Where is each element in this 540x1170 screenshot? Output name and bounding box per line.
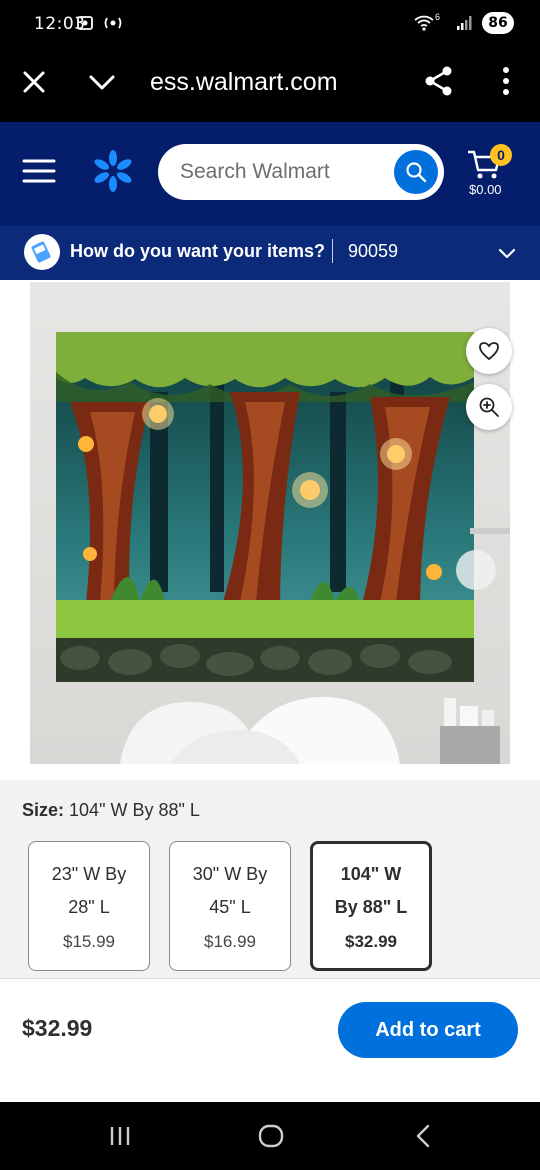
delivery-selector[interactable]: How do you want your items? 90059 bbox=[0, 226, 540, 280]
add-to-cart-button[interactable]: Add to cart bbox=[338, 1002, 518, 1058]
delivery-icon bbox=[24, 234, 60, 270]
url-text[interactable]: ess.walmart.com bbox=[150, 68, 360, 97]
back-icon[interactable] bbox=[410, 1122, 438, 1150]
heart-icon bbox=[479, 342, 499, 361]
delivery-question: How do you want your items? bbox=[70, 241, 326, 261]
delivery-zip: 90059 bbox=[348, 241, 399, 261]
signal-icon bbox=[457, 16, 472, 30]
wifi-icon bbox=[414, 15, 434, 31]
search-icon bbox=[406, 162, 427, 183]
size-option[interactable]: 30" W By 45" L $16.99 bbox=[169, 841, 291, 971]
size-option-name: 104" W By 88" L bbox=[334, 864, 408, 917]
recents-icon[interactable] bbox=[106, 1122, 134, 1150]
browser-toolbar: ess.walmart.com bbox=[0, 48, 540, 122]
share-icon[interactable] bbox=[422, 64, 456, 98]
size-value: 104" W By 88" L bbox=[69, 800, 200, 820]
cart-button[interactable]: 0 $0.00 bbox=[466, 144, 526, 204]
status-bar: 12:03 6 86 bbox=[0, 0, 540, 48]
zoom-button[interactable] bbox=[466, 384, 512, 430]
size-option-selected[interactable]: 104" W By 88" L $32.99 bbox=[310, 841, 432, 971]
size-option-price: $32.99 bbox=[345, 932, 397, 951]
spark-logo-icon[interactable] bbox=[90, 148, 136, 194]
size-option[interactable]: 23" W By 28" L $15.99 bbox=[28, 841, 150, 971]
size-label: Size: bbox=[22, 800, 65, 820]
size-option-price: $16.99 bbox=[204, 932, 256, 951]
cart-count-badge: 0 bbox=[490, 144, 512, 166]
product-image-section bbox=[0, 280, 540, 780]
size-selector: Size: 104" W By 88" L 23" W By 28" L $15… bbox=[0, 780, 540, 978]
delivery-separator bbox=[332, 239, 333, 263]
purchase-bar: $32.99 Add to cart bbox=[0, 978, 540, 1102]
size-option-price: $15.99 bbox=[63, 932, 115, 951]
size-option-name: 23" W By 28" L bbox=[51, 864, 127, 917]
more-icon[interactable] bbox=[494, 64, 518, 98]
menu-icon[interactable] bbox=[22, 156, 56, 186]
chevron-down-icon[interactable] bbox=[86, 66, 118, 98]
size-label-row: Size: 104" W By 88" L bbox=[22, 800, 200, 821]
search-button[interactable] bbox=[394, 150, 438, 194]
search-bar bbox=[158, 144, 444, 200]
screenshot-icon bbox=[77, 16, 93, 30]
cart-total: $0.00 bbox=[469, 182, 502, 197]
system-nav-bar bbox=[0, 1102, 540, 1170]
status-notification-icons bbox=[76, 14, 124, 32]
close-icon[interactable] bbox=[18, 66, 50, 98]
battery-indicator: 86 bbox=[482, 12, 514, 34]
status-system-icons: 6 86 bbox=[413, 12, 514, 34]
product-price: $32.99 bbox=[22, 1015, 93, 1041]
site-header: 0 $0.00 bbox=[0, 122, 540, 226]
product-image[interactable] bbox=[30, 282, 510, 764]
home-icon[interactable] bbox=[257, 1122, 285, 1150]
favorite-button[interactable] bbox=[466, 328, 512, 374]
size-option-name: 30" W By 45" L bbox=[192, 864, 268, 917]
cast-icon bbox=[104, 17, 122, 29]
zoom-icon bbox=[479, 397, 499, 417]
search-input[interactable] bbox=[180, 144, 390, 200]
chevron-down-icon[interactable] bbox=[496, 242, 518, 264]
wifi-label: 6 bbox=[434, 12, 440, 22]
